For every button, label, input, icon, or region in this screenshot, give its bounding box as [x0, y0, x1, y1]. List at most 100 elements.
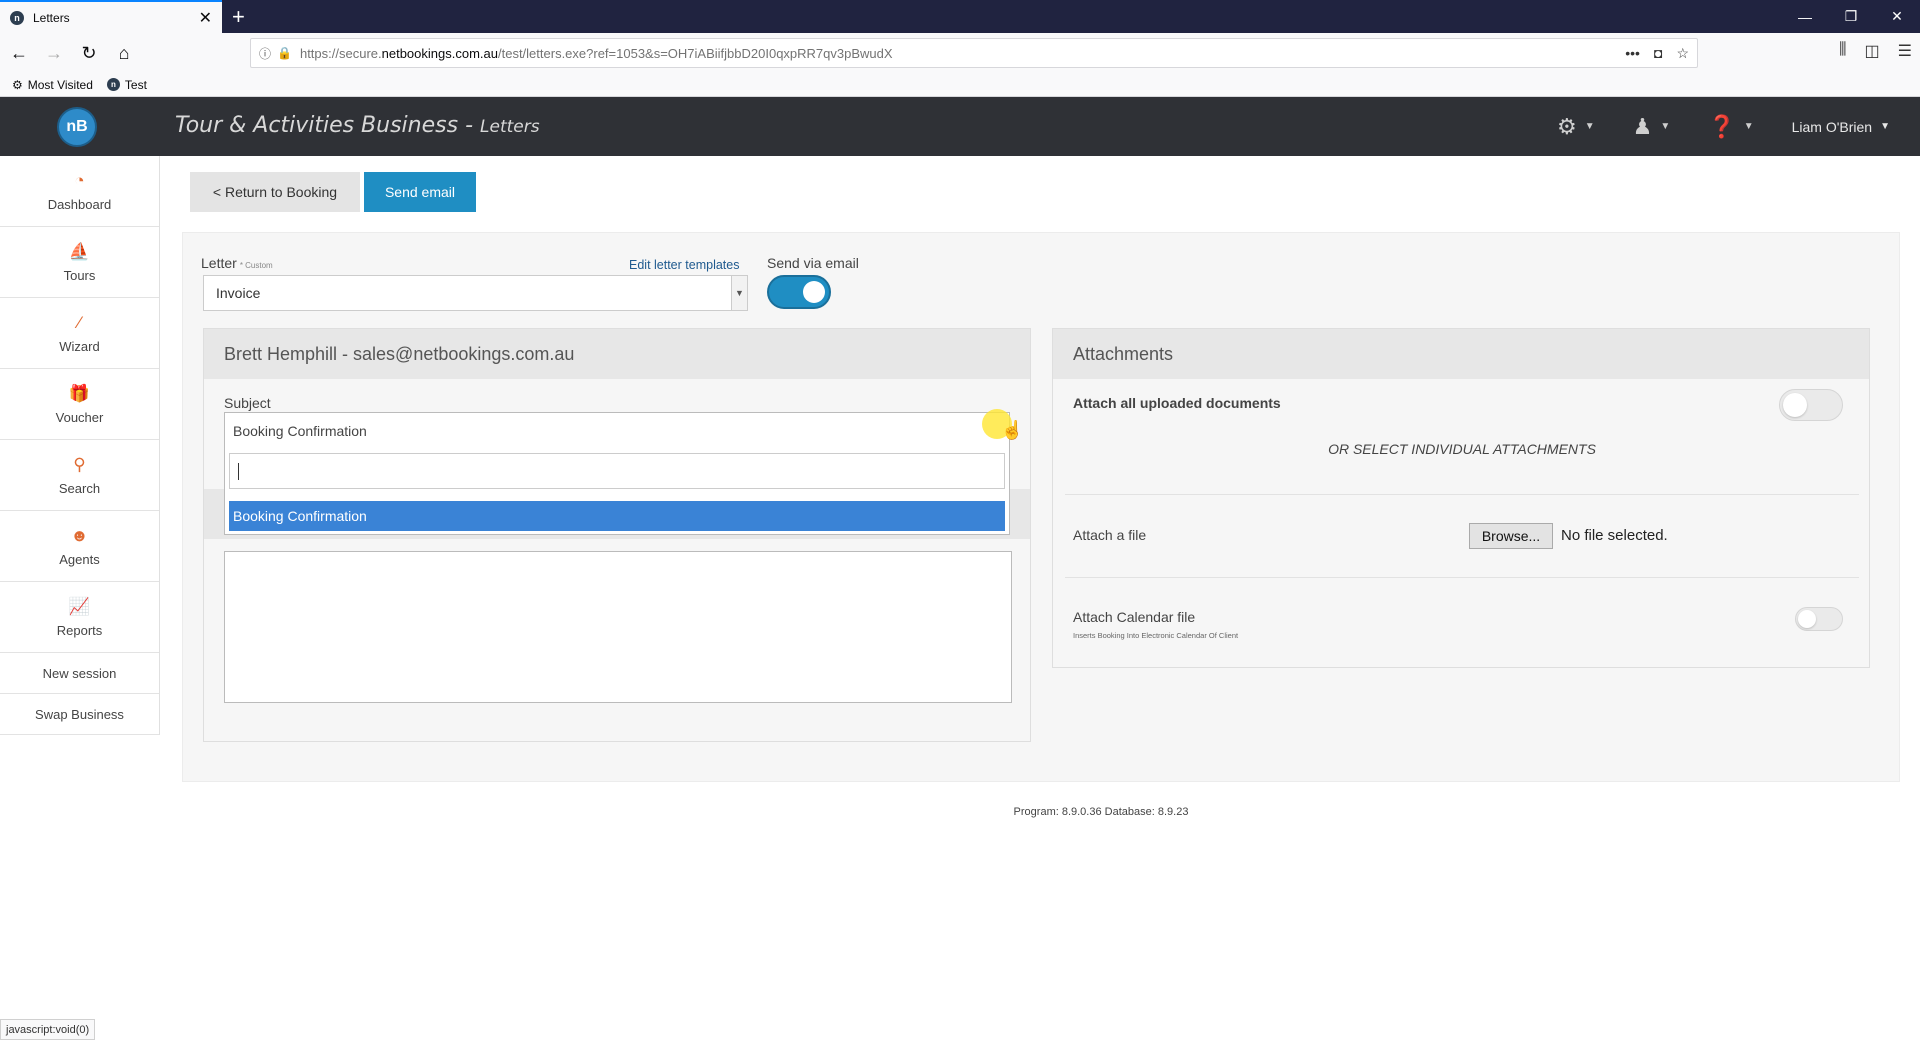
reload-icon[interactable]: ↻: [73, 37, 105, 69]
app-header: nB Tour & Activities Business - Letters …: [0, 97, 1920, 156]
window-controls: — ❐ ✕: [1782, 0, 1920, 33]
lock-icon: 🔒: [277, 46, 292, 60]
settings-menu[interactable]: ⚙ ▼: [1557, 114, 1595, 140]
info-icon[interactable]: ⓘ: [259, 45, 271, 62]
gift-icon: 🎁: [68, 383, 91, 403]
version-text: Program: 8.9.0.36 Database: 8.9.23: [1013, 806, 1189, 818]
email-card: Brett Hemphill - sales@netbookings.com.a…: [203, 328, 1031, 742]
divider: [1065, 577, 1859, 578]
sidebar-item-label: Wizard: [59, 338, 100, 354]
more-icon[interactable]: •••: [1625, 45, 1640, 62]
business-name: Tour & Activities Business: [175, 113, 459, 138]
bookmark-label: Most Visited: [27, 77, 93, 92]
browser-navbar: ← → ↻ ⌂ ⓘ 🔒 https://secure.netbookings.c…: [0, 33, 1920, 73]
bookmark-label: Test: [124, 77, 147, 92]
text-caret: [238, 463, 239, 480]
bookmark-most-visited[interactable]: ⚙ Most Visited: [12, 78, 93, 92]
sidebar-item-dashboard[interactable]: ◔ Dashboard: [0, 156, 159, 227]
attach-calendar-toggle[interactable]: [1795, 607, 1843, 631]
bookmark-test[interactable]: n Test: [106, 77, 147, 92]
caret-down-icon: ▼: [1743, 121, 1754, 132]
version-footer: Program: 8.9.0.36 Database: 8.9.23: [160, 806, 1920, 818]
url-text: https://secure.netbookings.com.au/test/l…: [300, 46, 893, 61]
user-menu[interactable]: Liam O'Brien ▼: [1792, 119, 1890, 135]
return-to-booking-button[interactable]: < Return to Booking: [190, 172, 360, 212]
email-body-editor[interactable]: [224, 551, 1012, 703]
send-via-email-label: Send via email: [767, 255, 859, 271]
logo[interactable]: nB: [57, 107, 97, 147]
gear-icon: ⚙: [1557, 113, 1577, 139]
attachments-title: Attachments: [1053, 329, 1869, 379]
sidebar-item-reports[interactable]: 📈 Reports: [0, 582, 159, 653]
sidebar-item-label: Voucher: [55, 409, 104, 425]
browser-tab[interactable]: n Letters ✕: [0, 0, 222, 33]
pocket-icon[interactable]: ◘: [1654, 45, 1662, 62]
main-content: < Return to Booking Send email Letter * C…: [160, 156, 1920, 1040]
send-via-email-toggle[interactable]: [767, 275, 831, 309]
sidebar-item-search[interactable]: ⚲ Search: [0, 440, 159, 511]
bookmark-star-icon[interactable]: ☆: [1676, 45, 1689, 62]
close-window-icon[interactable]: ✕: [1874, 0, 1920, 33]
sidebar-item-label: Agents: [59, 551, 100, 567]
url-actions: ••• ◘ ☆: [1625, 45, 1689, 62]
header-actions: ⚙ ▼ ♟ ▼ ❓ ▼ Liam O'Brien ▼: [1557, 97, 1890, 156]
letter-panel: Letter * Custom Edit letter templates Inv…: [182, 232, 1900, 782]
browse-button[interactable]: Browse...: [1469, 523, 1553, 549]
dropdown-search-input[interactable]: [229, 453, 1005, 489]
close-tab-icon[interactable]: ✕: [199, 8, 212, 28]
browser-toolbar-right: ⫼ ◫ ☰: [1839, 41, 1912, 61]
sidebar: ◔ Dashboard ⛵ Tours ⁄ Wizard 🎁 Voucher ⚲ Sear…: [0, 156, 160, 735]
subject-label: Subject: [224, 395, 271, 411]
sidebar-item-voucher[interactable]: 🎁 Voucher: [0, 369, 159, 440]
edit-letter-templates-link[interactable]: Edit letter templates: [629, 258, 739, 272]
letter-note: * Custom: [239, 261, 273, 270]
help-menu[interactable]: ❓ ▼: [1708, 114, 1753, 140]
url-bar[interactable]: ⓘ 🔒 https://secure.netbookings.com.au/te…: [250, 38, 1698, 68]
attach-all-toggle[interactable]: [1779, 389, 1843, 421]
url-domain: netbookings.com.au: [381, 45, 498, 61]
back-icon[interactable]: ←: [3, 37, 35, 69]
or-select-individual-label: OR SELECT INDIVIDUAL ATTACHMENTS: [1328, 441, 1596, 457]
page-title: Tour & Activities Business - Letters: [175, 113, 540, 138]
sidebar-link-new-session[interactable]: New session: [0, 653, 159, 694]
bookmarks-bar: ⚙ Most Visited n Test: [0, 73, 1920, 97]
tours-icon: ⛵: [68, 241, 91, 261]
forward-icon[interactable]: →: [38, 37, 70, 69]
help-icon: ❓: [1708, 113, 1736, 139]
caret-down-icon: ▼: [1584, 121, 1595, 132]
restore-icon[interactable]: ❐: [1828, 0, 1874, 33]
recipient-header: Brett Hemphill - sales@netbookings.com.a…: [204, 329, 1030, 379]
home-icon[interactable]: ⌂: [108, 37, 140, 69]
agent-icon: ♟: [1632, 113, 1653, 139]
attach-calendar-label: Attach Calendar file: [1073, 609, 1196, 625]
search-icon: ⚲: [73, 454, 86, 474]
section-name: Letters: [480, 117, 540, 137]
minimize-icon[interactable]: —: [1782, 0, 1828, 33]
subject-dropdown: Booking Confirmation: [224, 449, 1010, 535]
subject-select[interactable]: Booking Confirmation: [224, 412, 1010, 450]
library-icon[interactable]: ⫼: [1839, 41, 1846, 61]
toggle-knob: [1783, 393, 1807, 417]
chevron-down-icon: ▼: [731, 276, 747, 310]
sidebar-item-tours[interactable]: ⛵ Tours: [0, 227, 159, 298]
agent-icon: ☻: [70, 525, 89, 545]
sidebar-item-agents[interactable]: ☻ Agents: [0, 511, 159, 582]
sidebar-link-label: Swap Business: [35, 706, 124, 722]
letter-label-text: Letter: [201, 255, 237, 271]
letter-select[interactable]: Invoice ▼: [203, 275, 748, 311]
sidebar-link-label: New session: [42, 665, 117, 681]
user-name: Liam O'Brien: [1791, 118, 1873, 135]
send-email-button[interactable]: Send email: [364, 172, 476, 212]
sidebar-toggle-icon[interactable]: ◫: [1865, 41, 1880, 61]
menu-icon[interactable]: ☰: [1898, 41, 1912, 61]
new-tab-icon[interactable]: +: [232, 4, 245, 30]
agent-menu[interactable]: ♟ ▼: [1633, 114, 1671, 140]
dropdown-option[interactable]: Booking Confirmation: [229, 501, 1005, 531]
gear-icon: ⚙: [12, 77, 23, 92]
letter-label: Letter * Custom: [201, 255, 273, 271]
sidebar-link-swap-business[interactable]: Swap Business: [0, 694, 159, 735]
tab-title: Letters: [33, 10, 70, 25]
sidebar-item-wizard[interactable]: ⁄ Wizard: [0, 298, 159, 369]
sidebar-item-label: Dashboard: [47, 196, 112, 212]
title-separator: -: [458, 113, 481, 138]
